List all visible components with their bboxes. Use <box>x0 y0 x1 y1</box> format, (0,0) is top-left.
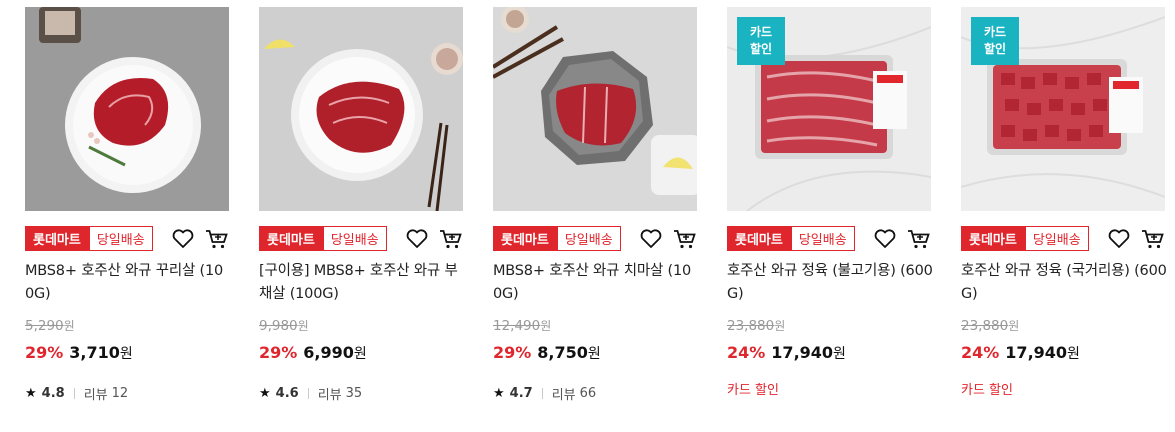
product-image[interactable]: 카드 할인 <box>727 7 931 211</box>
same-day-delivery-tag: 당일배송 <box>556 226 621 251</box>
lotte-mart-tag: 롯데마트 <box>25 226 89 251</box>
review-count: 66 <box>579 386 597 401</box>
sale-price: 29% 6,990원 <box>259 343 367 362</box>
same-day-delivery-tag: 당일배송 <box>322 226 387 251</box>
product-image[interactable] <box>493 7 697 211</box>
product-card[interactable]: 카드 할인 롯데마트 당일배송 호주산 와규 정육 (국거리용) (600G) 2… <box>961 7 1167 398</box>
star-icon: ★ <box>25 386 37 401</box>
original-price: 23,880원 <box>961 318 1020 334</box>
discount-rate: 29% <box>25 343 64 362</box>
cart-icon[interactable] <box>1141 228 1165 250</box>
product-image[interactable]: 카드 할인 <box>961 7 1165 211</box>
card-discount-badge: 카드 할인 <box>971 17 1019 65</box>
original-price: 9,980원 <box>259 318 309 334</box>
product-title[interactable]: MBS8+ 호주산 와규 꾸리살 (100G) <box>25 260 231 306</box>
same-day-delivery-tag: 당일배송 <box>1024 226 1089 251</box>
rating-row: ★ 4.8 리뷰 12 <box>25 386 129 403</box>
lotte-mart-tag: 롯데마트 <box>259 226 323 251</box>
product-card[interactable]: 카드 할인 롯데마트 당일배송 호주산 와규 정육 (불고기용) (600G) 2… <box>727 7 933 398</box>
sale-price: 29% 8,750원 <box>493 343 601 362</box>
heart-outline-icon[interactable] <box>639 228 663 250</box>
original-price: 12,490원 <box>493 318 552 334</box>
heart-outline-icon[interactable] <box>873 228 897 250</box>
discount-rate: 29% <box>493 343 532 362</box>
discount-rate: 24% <box>727 343 766 362</box>
product-image[interactable] <box>259 7 463 211</box>
sale-price: 29% 3,710원 <box>25 343 133 362</box>
product-title[interactable]: [구이용] MBS8+ 호주산 와규 부채살 (100G) <box>259 260 465 306</box>
lotte-mart-tag: 롯데마트 <box>961 226 1025 251</box>
sale-price: 24% 17,940원 <box>961 343 1080 362</box>
same-day-delivery-tag: 당일배송 <box>790 226 855 251</box>
original-price: 23,880원 <box>727 318 786 334</box>
original-price: 5,290원 <box>25 318 75 334</box>
lotte-mart-tag: 롯데마트 <box>493 226 557 251</box>
review-count: 12 <box>111 386 129 401</box>
product-image[interactable] <box>25 7 229 211</box>
product-title[interactable]: 호주산 와규 정육 (불고기용) (600G) <box>727 260 933 306</box>
discount-rate: 24% <box>961 343 1000 362</box>
product-title[interactable]: MBS8+ 호주산 와규 치마살 (100G) <box>493 260 699 306</box>
card-discount-badge: 카드 할인 <box>737 17 785 65</box>
star-icon: ★ <box>493 386 505 401</box>
cart-icon[interactable] <box>673 228 697 250</box>
cart-icon[interactable] <box>205 228 229 250</box>
product-card[interactable]: 롯데마트 당일배송 MBS8+ 호주산 와규 치마살 (100G) 12,490… <box>493 7 699 403</box>
heart-outline-icon[interactable] <box>171 228 195 250</box>
lotte-mart-tag: 롯데마트 <box>727 226 791 251</box>
same-day-delivery-tag: 당일배송 <box>88 226 153 251</box>
heart-outline-icon[interactable] <box>405 228 429 250</box>
rating-row: ★ 4.7 리뷰 66 <box>493 386 597 403</box>
card-sale-label: 카드 할인 <box>961 383 1013 398</box>
sale-price: 24% 17,940원 <box>727 343 846 362</box>
rating-score: 4.6 <box>275 386 299 401</box>
cart-icon[interactable] <box>439 228 463 250</box>
card-sale-label: 카드 할인 <box>727 383 779 398</box>
review-count: 35 <box>345 386 363 401</box>
rating-score: 4.8 <box>41 386 65 401</box>
rating-row: ★ 4.6 리뷰 35 <box>259 386 363 403</box>
heart-outline-icon[interactable] <box>1107 228 1131 250</box>
star-icon: ★ <box>259 386 271 401</box>
product-card[interactable]: 롯데마트 당일배송 [구이용] MBS8+ 호주산 와규 부채살 (100G) … <box>259 7 465 403</box>
rating-score: 4.7 <box>509 386 533 401</box>
discount-rate: 29% <box>259 343 298 362</box>
product-title[interactable]: 호주산 와규 정육 (국거리용) (600G) <box>961 260 1167 306</box>
product-card[interactable]: 롯데마트 당일배송 MBS8+ 호주산 와규 꾸리살 (100G) 5,290원… <box>25 7 231 403</box>
cart-icon[interactable] <box>907 228 931 250</box>
